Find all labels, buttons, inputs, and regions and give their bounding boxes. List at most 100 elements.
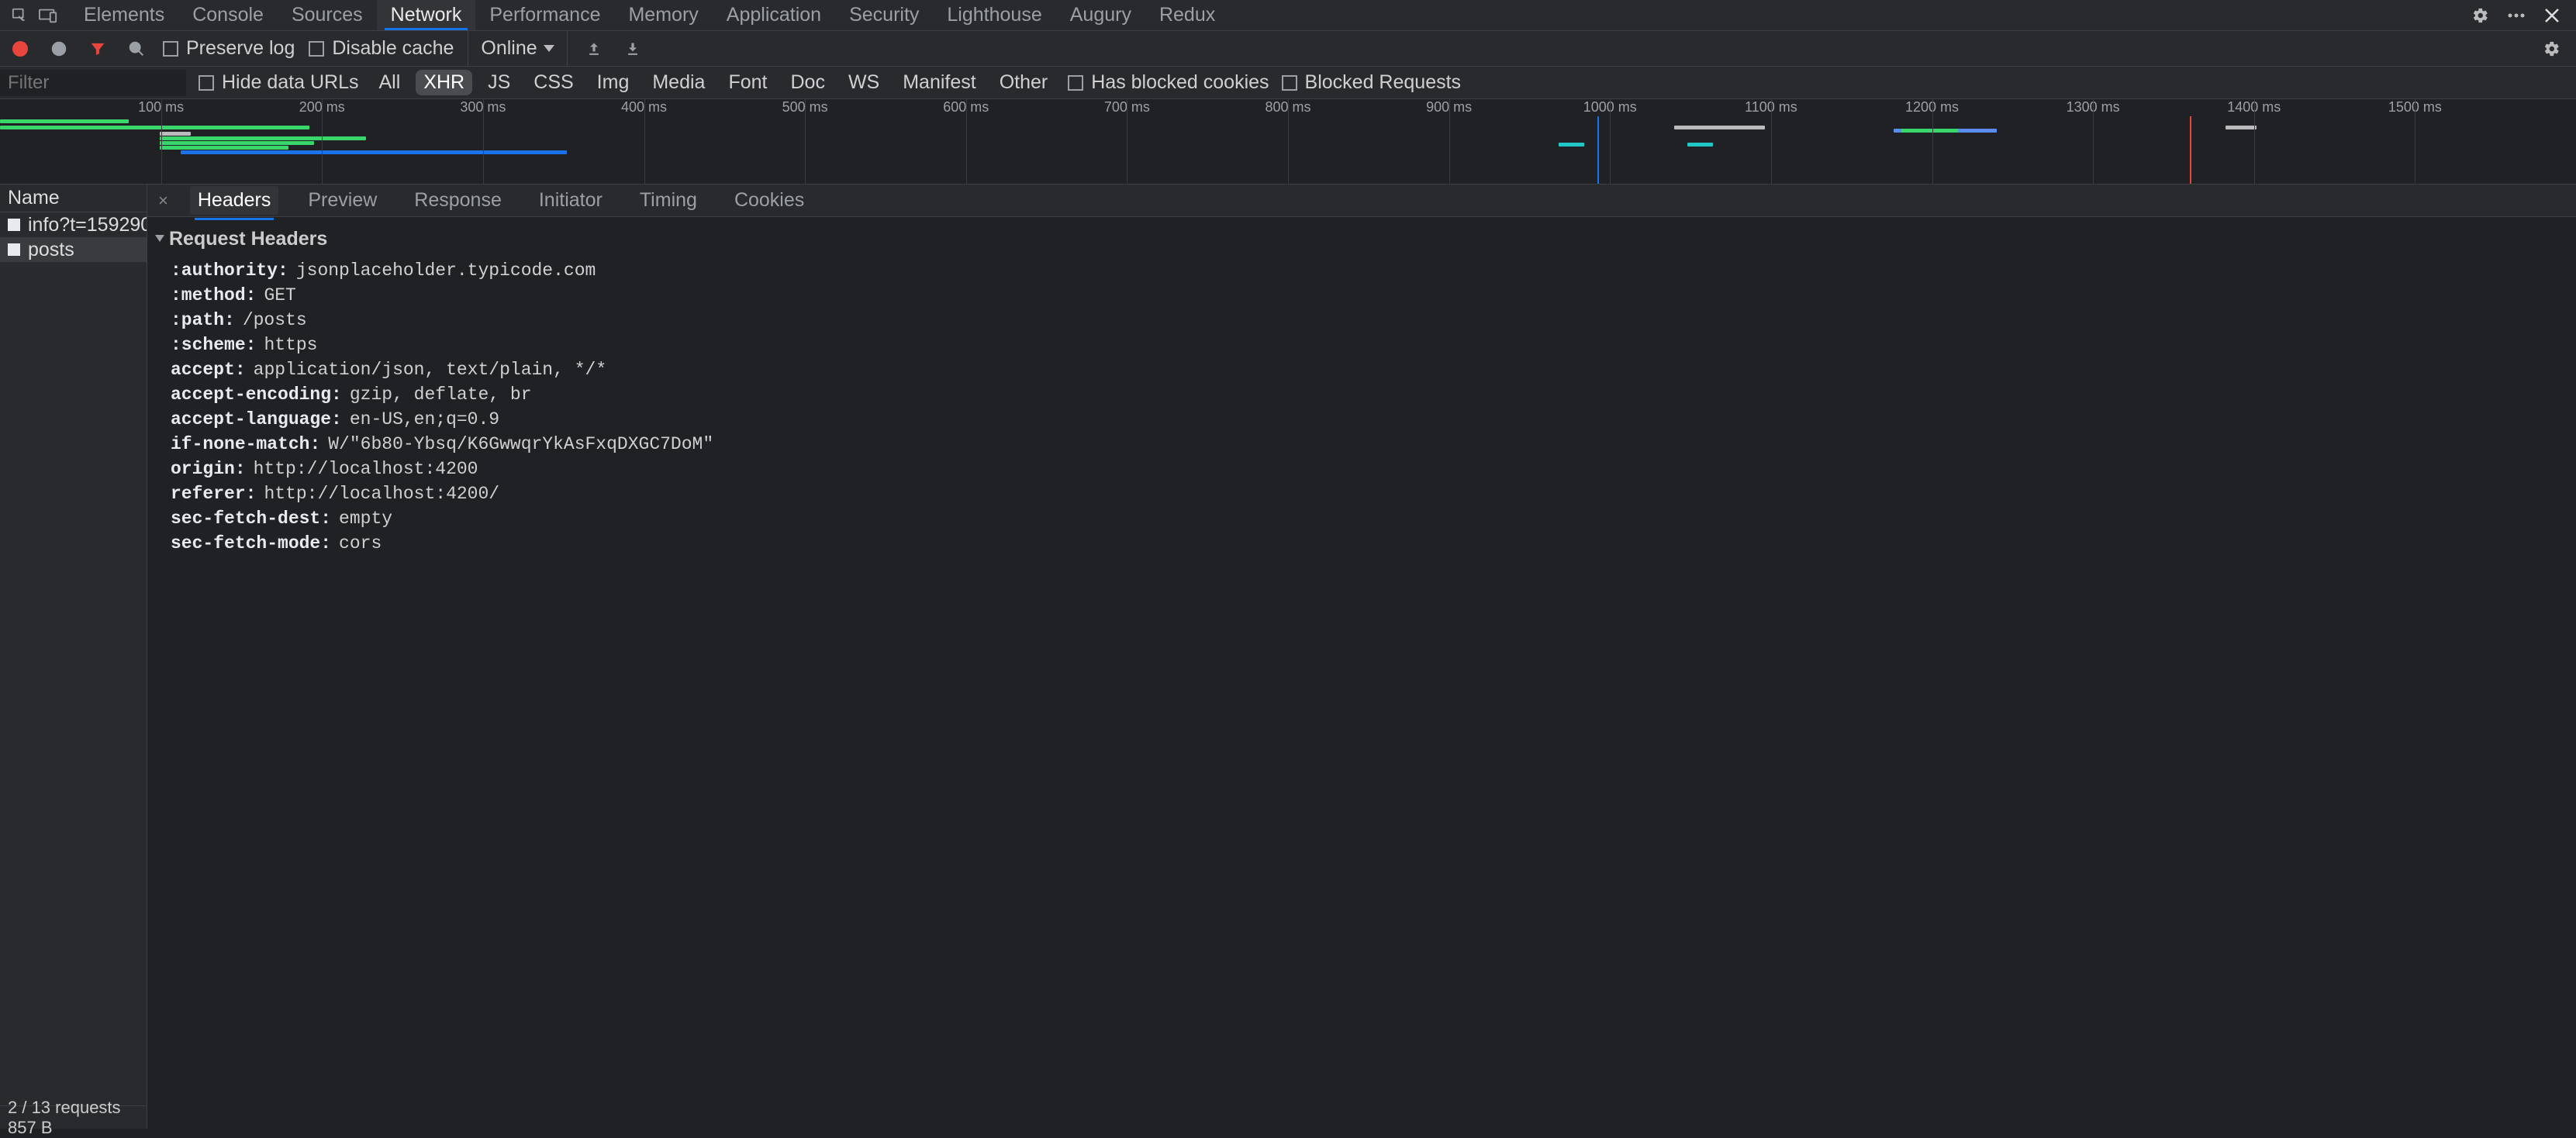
request-list: info?t=15929016… posts	[0, 212, 147, 1105]
header-row: acceptapplication/json, text/plain, */*	[152, 357, 2571, 382]
header-row: sec-fetch-modecors	[152, 531, 2571, 556]
type-filter-img[interactable]: Img	[589, 70, 637, 95]
chevron-down-icon	[544, 45, 554, 52]
detail-tab-initiator[interactable]: Initiator	[531, 186, 610, 215]
request-headers-section[interactable]: Request Headers	[152, 225, 2571, 258]
request-name: posts	[28, 239, 74, 261]
hide-data-urls-checkbox[interactable]: Hide data URLs	[199, 71, 358, 94]
type-filter-xhr[interactable]: XHR	[416, 70, 472, 95]
settings-gear-icon[interactable]	[2469, 4, 2492, 27]
header-value: empty	[339, 509, 392, 529]
waterfall-bar	[1687, 143, 1713, 147]
detail-tab-headers[interactable]: Headers	[190, 186, 279, 215]
checkbox-icon	[199, 75, 214, 91]
preserve-log-label: Preserve log	[186, 37, 295, 60]
panel-tab-augury[interactable]: Augury	[1056, 0, 1145, 30]
header-row: sec-fetch-dest empty	[152, 506, 2571, 531]
type-filter-doc[interactable]: Doc	[782, 70, 832, 95]
network-settings-gear-icon[interactable]	[2540, 37, 2564, 60]
import-har-icon[interactable]	[620, 36, 645, 61]
header-row: :schemehttps	[152, 333, 2571, 357]
blocked-requests-label: Blocked Requests	[1305, 71, 1462, 94]
filter-funnel-icon[interactable]	[85, 36, 110, 61]
checkbox-icon	[163, 41, 178, 57]
has-blocked-cookies-checkbox[interactable]: Has blocked cookies	[1068, 71, 1269, 94]
main-split: Name info?t=15929016… posts 2 / 13 reques…	[0, 184, 2576, 1129]
panel-tab-redux[interactable]: Redux	[1145, 0, 1229, 30]
has-blocked-cookies-label: Has blocked cookies	[1091, 71, 1269, 94]
header-row: :authorityjsonplaceholder.typicode.com	[152, 258, 2571, 283]
request-row[interactable]: posts	[0, 237, 147, 262]
kebab-menu-icon[interactable]	[2505, 4, 2528, 27]
header-key: accept-language	[171, 409, 342, 429]
header-key: :method	[171, 285, 256, 305]
header-value: application/json, text/plain, */*	[254, 360, 606, 380]
clear-log-icon[interactable]	[47, 36, 71, 61]
waterfall-bar	[0, 119, 129, 123]
devtools-topbar: ElementsConsoleSourcesNetworkPerformance…	[0, 0, 2576, 31]
detail-tabs: × Headers Preview Response Initiator Timing C…	[147, 184, 2576, 217]
detail-tab-cookies[interactable]: Cookies	[727, 186, 812, 215]
name-column-header[interactable]: Name	[0, 184, 147, 212]
type-filter-ws[interactable]: WS	[841, 70, 887, 95]
header-key: accept-encoding	[171, 385, 342, 405]
type-filter-css[interactable]: CSS	[526, 70, 581, 95]
domcontent-marker	[1597, 116, 1599, 184]
panel-tabs: ElementsConsoleSourcesNetworkPerformance…	[70, 0, 2469, 30]
disable-cache-checkbox[interactable]: Disable cache	[309, 37, 454, 60]
export-har-icon[interactable]	[582, 36, 606, 61]
request-detail-panel: × Headers Preview Response Initiator Timing C…	[147, 184, 2576, 1129]
checkbox-icon	[1068, 75, 1083, 91]
inspect-element-icon[interactable]	[6, 2, 34, 29]
panel-tab-network[interactable]: Network	[377, 0, 476, 30]
type-filter-font[interactable]: Font	[720, 70, 775, 95]
close-devtools-icon[interactable]	[2540, 4, 2564, 27]
detail-tab-timing[interactable]: Timing	[632, 186, 705, 215]
waterfall-bar	[181, 150, 567, 154]
header-key: sec-fetch-dest	[171, 509, 331, 529]
panel-tab-elements[interactable]: Elements	[70, 0, 178, 30]
header-row: accept-language en-US,en;q=0.9	[152, 407, 2571, 432]
type-filter-js[interactable]: JS	[480, 70, 518, 95]
throttle-select[interactable]: Online	[468, 31, 567, 66]
panel-tab-console[interactable]: Console	[178, 0, 278, 30]
filter-input[interactable]	[0, 70, 186, 96]
close-detail-icon[interactable]: ×	[158, 191, 168, 211]
record-button[interactable]	[8, 36, 33, 61]
hide-data-urls-label: Hide data URLs	[222, 71, 358, 94]
waterfall-bar	[2226, 126, 2257, 129]
header-value: http://localhost:4200	[254, 459, 478, 479]
request-row[interactable]: info?t=15929016…	[0, 212, 147, 237]
waterfall-bar	[1901, 129, 1958, 133]
status-footer: 2 / 13 requests 857 B	[0, 1105, 147, 1129]
header-value: en-US,en;q=0.9	[350, 409, 499, 429]
panel-tab-application[interactable]: Application	[713, 0, 835, 30]
request-name: info?t=15929016…	[28, 214, 147, 236]
waterfall-bar	[160, 141, 314, 145]
request-list-panel: Name info?t=15929016… posts 2 / 13 reques…	[0, 184, 147, 1129]
header-key: referer	[171, 484, 256, 504]
header-value: GET	[264, 285, 295, 305]
preserve-log-checkbox[interactable]: Preserve log	[163, 37, 295, 60]
type-filter-all[interactable]: All	[371, 70, 408, 95]
search-icon[interactable]	[124, 36, 149, 61]
header-row: originhttp://localhost:4200	[152, 457, 2571, 481]
waterfall-bar	[1559, 143, 1584, 147]
type-filter-other[interactable]: Other	[992, 70, 1056, 95]
panel-tab-memory[interactable]: Memory	[614, 0, 712, 30]
panel-tab-lighthouse[interactable]: Lighthouse	[933, 0, 1055, 30]
waterfall-bar	[0, 126, 309, 129]
timeline-overview[interactable]: 100 ms200 ms300 ms400 ms500 ms600 ms700 …	[0, 99, 2576, 184]
load-event-marker	[2190, 116, 2191, 184]
type-filter-manifest[interactable]: Manifest	[895, 70, 983, 95]
panel-tab-security[interactable]: Security	[835, 0, 933, 30]
detail-tab-preview[interactable]: Preview	[300, 186, 385, 215]
panel-tab-performance[interactable]: Performance	[475, 0, 614, 30]
type-filter-media[interactable]: Media	[644, 70, 713, 95]
network-toolbar: Preserve log Disable cache Online	[0, 31, 2576, 67]
device-toolbar-icon[interactable]	[34, 2, 62, 29]
blocked-requests-checkbox[interactable]: Blocked Requests	[1282, 71, 1462, 94]
detail-tab-response[interactable]: Response	[406, 186, 509, 215]
panel-tab-sources[interactable]: Sources	[278, 0, 377, 30]
file-icon	[8, 219, 20, 231]
